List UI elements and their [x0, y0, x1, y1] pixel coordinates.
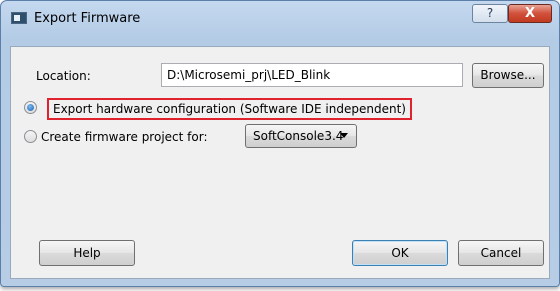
location-label: Location: [36, 69, 91, 83]
export-hardware-radio[interactable] [24, 101, 37, 114]
create-firmware-radio[interactable] [24, 130, 37, 143]
cancel-button[interactable]: Cancel [458, 240, 544, 266]
location-input[interactable]: D:\Microsemi_prj\LED_Blink [161, 63, 463, 87]
export-firmware-dialog: Export Firmware ? X Location: D:\Microse… [0, 0, 560, 287]
chevron-down-icon [340, 133, 348, 138]
ide-select-dropdown[interactable]: SoftConsole3.4 [245, 124, 357, 148]
browse-button[interactable]: Browse... [472, 63, 544, 88]
title-bar[interactable]: Export Firmware ? X [1, 1, 559, 35]
dialog-body: Location: D:\Microsemi_prj\LED_Blink Bro… [10, 46, 550, 279]
window-app-icon [11, 12, 27, 24]
export-hardware-label[interactable]: Export hardware configuration (Software … [47, 98, 412, 120]
ide-select-value: SoftConsole3.4 [253, 129, 344, 143]
close-button[interactable]: X [508, 4, 552, 23]
help-button[interactable]: Help [39, 240, 135, 266]
title-help-button[interactable]: ? [472, 4, 508, 23]
create-firmware-label[interactable]: Create firmware project for: [41, 130, 208, 144]
window-title: Export Firmware [34, 11, 141, 26]
ok-button[interactable]: OK [352, 240, 448, 266]
